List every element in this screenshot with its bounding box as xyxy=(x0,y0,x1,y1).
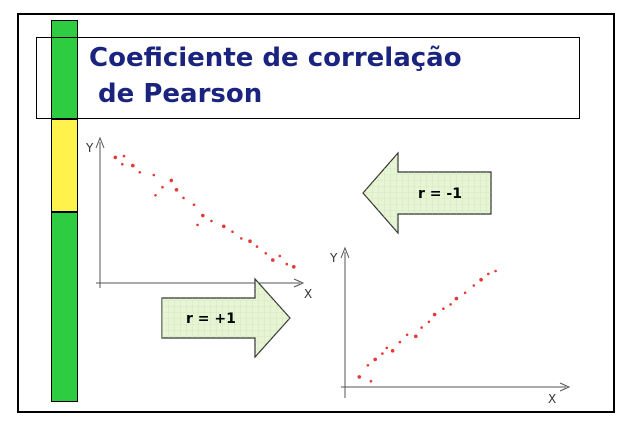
pos-point-17 xyxy=(472,284,476,287)
neg-point-6 xyxy=(169,178,174,183)
pos-point-6 xyxy=(390,349,395,353)
pos-point-13 xyxy=(442,307,445,311)
neg-point-20 xyxy=(264,252,268,255)
pos-point-20 xyxy=(494,269,497,273)
neg-point-7 xyxy=(161,185,164,189)
neg-point-17 xyxy=(240,237,243,240)
neg-point-5 xyxy=(152,173,156,177)
neg-point-12 xyxy=(201,213,205,218)
neg-point-10 xyxy=(182,196,185,200)
neg-y-label: Y xyxy=(85,141,94,155)
pos-points xyxy=(357,269,497,383)
pos-point-5 xyxy=(385,346,389,350)
neg-point-3 xyxy=(131,163,135,168)
pos-point-7 xyxy=(398,340,402,344)
pos-point-19 xyxy=(487,272,490,276)
arrow-positive: r = +1 xyxy=(161,277,291,359)
neg-point-24 xyxy=(292,265,296,269)
pos-point-0 xyxy=(357,375,362,379)
pos-point-14 xyxy=(449,303,452,306)
arrow-positive-label: r = +1 xyxy=(186,311,236,327)
neg-points xyxy=(113,154,296,269)
scatter-negative: Y X xyxy=(85,136,312,301)
pos-point-18 xyxy=(479,277,483,282)
neg-point-11 xyxy=(192,203,196,206)
pos-point-10 xyxy=(420,326,423,329)
pos-point-12 xyxy=(432,312,437,317)
neg-point-16 xyxy=(231,230,234,233)
neg-point-8 xyxy=(154,194,157,197)
neg-point-2 xyxy=(121,162,124,166)
pos-point-9 xyxy=(414,334,418,339)
pos-x-label: X xyxy=(548,392,556,406)
neg-point-19 xyxy=(255,245,259,248)
pos-point-15 xyxy=(454,296,459,301)
neg-x-label: X xyxy=(304,287,312,301)
neg-point-14 xyxy=(210,219,213,223)
neg-point-0 xyxy=(113,155,118,160)
neg-point-9 xyxy=(174,188,179,192)
neg-point-1 xyxy=(122,154,126,158)
neg-point-4 xyxy=(138,171,142,174)
pos-point-11 xyxy=(427,320,431,324)
diagram-canvas: Y X Y X r = -1 r = +1 xyxy=(85,136,571,406)
neg-point-15 xyxy=(222,224,226,229)
pos-point-16 xyxy=(463,291,467,295)
arrow-negative-label: r = -1 xyxy=(418,186,462,202)
neg-point-18 xyxy=(248,239,252,243)
scatter-positive: Y X xyxy=(329,246,571,406)
neg-point-13 xyxy=(196,223,199,227)
pos-point-3 xyxy=(373,357,378,362)
pos-y-label: Y xyxy=(329,251,338,265)
pos-point-2 xyxy=(366,364,370,367)
pos-point-4 xyxy=(381,352,384,355)
neg-point-21 xyxy=(271,258,275,262)
pos-point-1 xyxy=(369,379,373,383)
arrow-negative: r = -1 xyxy=(362,151,492,235)
neg-point-23 xyxy=(285,262,289,266)
neg-point-22 xyxy=(278,254,282,258)
pos-point-8 xyxy=(405,333,409,337)
